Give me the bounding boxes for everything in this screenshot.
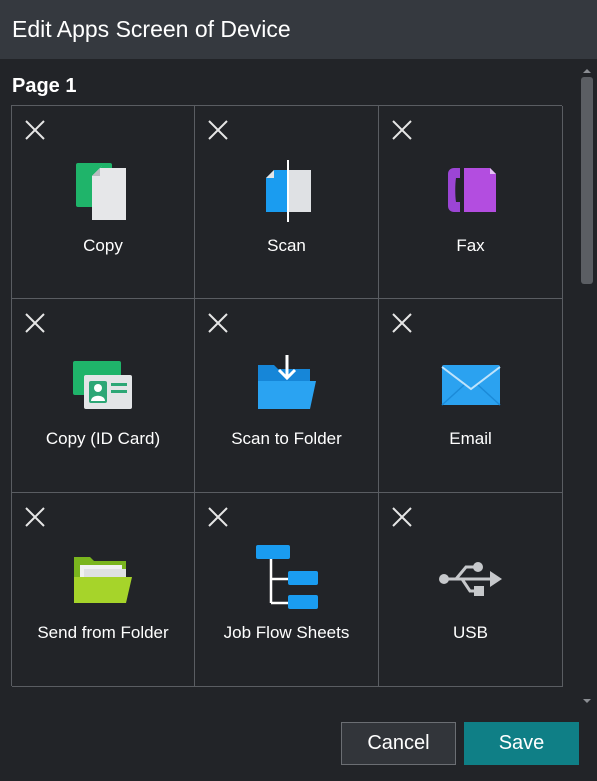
save-button[interactable]: Save — [464, 722, 579, 765]
app-label: Copy — [83, 236, 123, 255]
cancel-button[interactable]: Cancel — [341, 722, 456, 765]
dialog-title: Edit Apps Screen of Device — [12, 16, 291, 42]
app-label: Email — [449, 429, 492, 448]
remove-app-button[interactable] — [391, 119, 413, 141]
app-label: Send from Folder — [37, 623, 169, 642]
apps-panel: Page 1 Copy Scan Fax Copy (ID Card) Scan… — [0, 59, 597, 706]
app-tile-job-flow-sheets[interactable]: Job Flow Sheets — [195, 493, 379, 687]
job-flow-sheets-icon — [254, 545, 320, 611]
remove-app-button[interactable] — [207, 506, 229, 528]
app-label: USB — [453, 623, 488, 642]
scroll-thumb[interactable] — [581, 77, 593, 284]
close-icon — [208, 313, 228, 333]
remove-app-button[interactable] — [207, 312, 229, 334]
app-tile-fax[interactable]: Fax — [379, 106, 563, 299]
close-icon — [208, 507, 228, 527]
remove-app-button[interactable] — [24, 506, 46, 528]
usb-icon — [438, 545, 504, 611]
dialog-footer: Cancel Save — [0, 706, 597, 781]
app-tile-send-from-folder[interactable]: Send from Folder — [12, 493, 195, 687]
close-icon — [25, 313, 45, 333]
scan-to-folder-icon — [254, 351, 320, 417]
title-bar: Edit Apps Screen of Device — [0, 0, 597, 59]
close-icon — [392, 507, 412, 527]
app-tile-email[interactable]: Email — [379, 299, 563, 493]
app-tile-scan[interactable]: Scan — [195, 106, 379, 299]
app-tile-usb[interactable]: USB — [379, 493, 563, 687]
app-tile-copy-id-card[interactable]: Copy (ID Card) — [12, 299, 195, 493]
remove-app-button[interactable] — [24, 119, 46, 141]
vertical-scrollbar[interactable] — [580, 63, 594, 703]
app-label: Fax — [456, 236, 485, 255]
scroll-down-arrow-icon[interactable] — [582, 693, 592, 703]
close-icon — [25, 507, 45, 527]
app-label: Scan to Folder — [231, 429, 342, 448]
remove-app-button[interactable] — [391, 506, 413, 528]
remove-app-button[interactable] — [207, 119, 229, 141]
app-tile-copy[interactable]: Copy — [12, 106, 195, 299]
send-from-folder-icon — [70, 545, 136, 611]
app-label: Job Flow Sheets — [223, 623, 350, 642]
close-icon — [392, 120, 412, 140]
close-icon — [392, 313, 412, 333]
id-card-copy-icon — [70, 351, 136, 417]
app-label: Copy (ID Card) — [45, 429, 161, 448]
scan-icon — [254, 158, 320, 224]
app-label: Scan — [267, 236, 306, 255]
close-icon — [25, 120, 45, 140]
app-tile-scan-to-folder[interactable]: Scan to Folder — [195, 299, 379, 493]
remove-app-button[interactable] — [24, 312, 46, 334]
copy-icon — [70, 158, 136, 224]
page-label: Page 1 — [12, 75, 77, 97]
apps-grid: Copy Scan Fax Copy (ID Card) Scan to Fol… — [11, 105, 563, 687]
close-icon — [208, 120, 228, 140]
remove-app-button[interactable] — [391, 312, 413, 334]
fax-icon — [438, 158, 504, 224]
scroll-up-arrow-icon[interactable] — [582, 63, 592, 73]
email-icon — [438, 351, 504, 417]
